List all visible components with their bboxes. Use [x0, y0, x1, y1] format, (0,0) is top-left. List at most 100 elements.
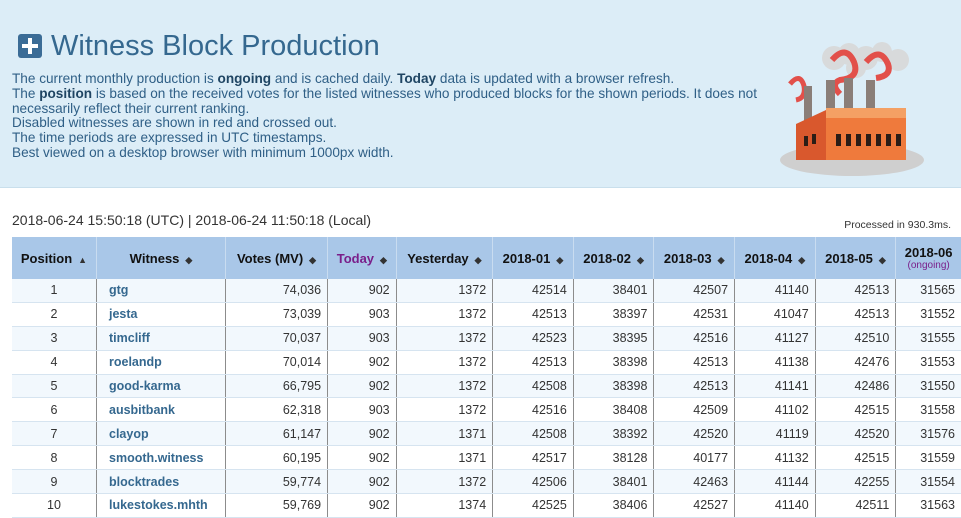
- factory-illustration: [780, 42, 924, 176]
- cell-votes: 59,769: [225, 493, 329, 518]
- cell-witness: roelandp: [96, 350, 226, 375]
- cell-position: 6: [12, 397, 97, 423]
- table-header-row: Position ▲ Witness ◆ Votes (MV) ◆ Today ◆ Ye…: [12, 237, 961, 279]
- col-2018-05[interactable]: 2018-05 ◆: [815, 237, 897, 279]
- cell-m5: 42510: [815, 326, 897, 351]
- cell-position: 9: [12, 469, 97, 495]
- col-2018-06[interactable]: 2018-06 (ongoing): [895, 237, 961, 279]
- cell-m3: 42509: [653, 397, 736, 423]
- cell-m1: 42517: [492, 445, 574, 471]
- cell-m6: 31563: [895, 493, 961, 518]
- cell-witness: lukestokes.mhth: [96, 493, 226, 518]
- cell-m6: 31554: [895, 469, 961, 495]
- cell-m6: 31565: [895, 279, 961, 303]
- cell-m4: 41141: [734, 374, 816, 399]
- cell-votes: 61,147: [225, 421, 329, 447]
- cell-votes: 74,036: [225, 279, 329, 303]
- cell-m4: 41102: [734, 397, 816, 423]
- witness-link[interactable]: roelandp: [109, 355, 162, 369]
- witness-link[interactable]: smooth.witness: [109, 451, 203, 465]
- cell-m4: 41047: [734, 302, 816, 327]
- timestamp: 2018-06-24 15:50:18 (UTC) | 2018-06-24 1…: [12, 212, 372, 228]
- cell-votes: 70,014: [225, 350, 329, 375]
- witness-link[interactable]: clayop: [109, 427, 149, 441]
- cell-m5: 42255: [815, 469, 897, 495]
- col-2018-01[interactable]: 2018-01 ◆: [492, 237, 574, 279]
- table-row: 6 ausbitbank 62,318 903 1372 42516 38408 42509 4…: [12, 397, 961, 423]
- cell-votes: 62,318: [225, 397, 329, 423]
- col-2018-04[interactable]: 2018-04 ◆: [734, 237, 816, 279]
- witness-link[interactable]: gtg: [109, 283, 128, 297]
- table-row: 10 lukestokes.mhth 59,769 902 1374 42525 38406…: [12, 493, 961, 518]
- cell-m6: 31552: [895, 302, 961, 327]
- cell-witness: good-karma: [96, 374, 226, 399]
- cell-m4: 41138: [734, 350, 816, 375]
- cell-today: 902: [327, 445, 397, 471]
- cell-yesterday: 1371: [396, 445, 494, 471]
- cell-votes: 70,037: [225, 326, 329, 351]
- witness-link[interactable]: ausbitbank: [109, 403, 175, 417]
- cell-yesterday: 1371: [396, 421, 494, 447]
- cell-today: 903: [327, 397, 397, 423]
- cell-position: 8: [12, 445, 97, 471]
- cell-today: 902: [327, 421, 397, 447]
- table-row: 1 gtg 74,036 902 1372 42514 38401 42507 41140 425…: [12, 279, 961, 303]
- plus-icon[interactable]: [18, 34, 42, 58]
- cell-m2: 38128: [573, 445, 655, 471]
- cell-m3: 42507: [653, 279, 736, 303]
- cell-m3: 42513: [653, 374, 736, 399]
- col-yesterday[interactable]: Yesterday ◆: [396, 237, 494, 279]
- table-row: 3 timcliff 70,037 903 1372 42523 38395 42516 411…: [12, 326, 961, 351]
- cell-today: 902: [327, 350, 397, 375]
- ongoing-note: (ongoing): [907, 260, 950, 271]
- cell-m3: 42531: [653, 302, 736, 327]
- cell-m5: 42511: [815, 493, 897, 518]
- table-row: 2 jesta 73,039 903 1372 42513 38397 42531 41047 4…: [12, 302, 961, 327]
- processed-time: Processed in 930.3ms.: [844, 219, 951, 231]
- cell-position: 1: [12, 279, 97, 303]
- cell-votes: 73,039: [225, 302, 329, 327]
- cell-m2: 38401: [573, 279, 655, 303]
- cell-votes: 60,195: [225, 445, 329, 471]
- witness-link[interactable]: good-karma: [109, 379, 181, 393]
- cell-m3: 42527: [653, 493, 736, 518]
- witness-link[interactable]: timcliff: [109, 331, 150, 345]
- cell-position: 5: [12, 374, 97, 399]
- cell-yesterday: 1372: [396, 469, 494, 495]
- title-row: Witness Block Production: [18, 30, 380, 62]
- cell-votes: 66,795: [225, 374, 329, 399]
- col-position[interactable]: Position ▲: [12, 237, 97, 279]
- col-witness[interactable]: Witness ◆: [96, 237, 226, 279]
- cell-m5: 42513: [815, 279, 897, 303]
- cell-yesterday: 1372: [396, 397, 494, 423]
- col-today[interactable]: Today ◆: [327, 237, 397, 279]
- sort-icon: ◆: [380, 254, 387, 265]
- witness-link[interactable]: jesta: [109, 307, 138, 321]
- sort-icon: ◆: [185, 254, 193, 265]
- cell-today: 902: [327, 469, 397, 495]
- sort-icon: ◆: [717, 254, 725, 265]
- cell-position: 2: [12, 302, 97, 327]
- cell-m1: 42506: [492, 469, 574, 495]
- cell-today: 903: [327, 326, 397, 351]
- sort-icon: ◆: [474, 254, 482, 265]
- cell-m2: 38406: [573, 493, 655, 518]
- cell-m2: 38401: [573, 469, 655, 495]
- cell-position: 3: [12, 326, 97, 351]
- witness-link[interactable]: blocktrades: [109, 475, 179, 489]
- sort-icon: ◆: [309, 254, 317, 265]
- cell-m5: 42513: [815, 302, 897, 327]
- cell-m5: 42520: [815, 421, 897, 447]
- cell-m5: 42486: [815, 374, 897, 399]
- cell-m4: 41144: [734, 469, 816, 495]
- cell-m4: 41140: [734, 279, 816, 303]
- col-2018-03[interactable]: 2018-03 ◆: [653, 237, 736, 279]
- cell-yesterday: 1372: [396, 302, 494, 327]
- col-votes[interactable]: Votes (MV) ◆: [225, 237, 329, 279]
- cell-position: 4: [12, 350, 97, 375]
- col-2018-02[interactable]: 2018-02 ◆: [573, 237, 655, 279]
- cell-m2: 38392: [573, 421, 655, 447]
- cell-m4: 41119: [734, 421, 816, 447]
- witness-link[interactable]: lukestokes.mhth: [109, 498, 208, 512]
- table-body: 1 gtg 74,036 902 1372 42514 38401 42507 41140 425…: [12, 279, 961, 518]
